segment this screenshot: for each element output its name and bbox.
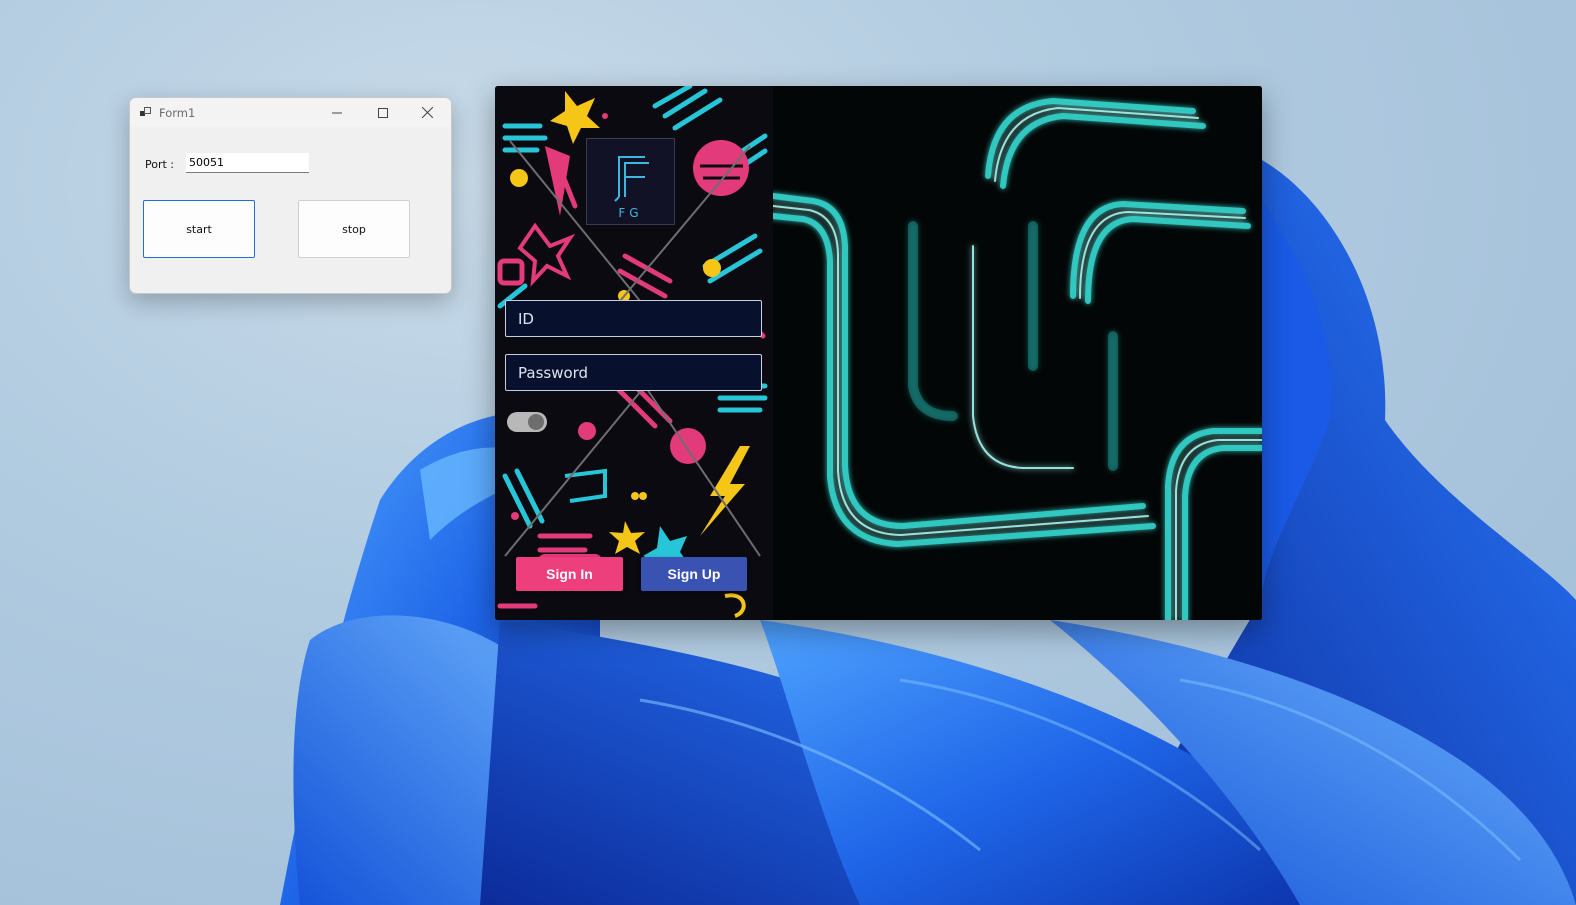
logo-text: FG	[618, 206, 643, 220]
port-label: Port :	[145, 158, 175, 171]
id-input[interactable]	[505, 300, 762, 337]
sign-up-button[interactable]: Sign Up	[641, 557, 747, 591]
maximize-button[interactable]	[360, 98, 405, 127]
logo: FG	[586, 138, 675, 225]
form1-titlebar[interactable]: Form1	[130, 98, 451, 127]
sign-in-button[interactable]: Sign In	[516, 557, 623, 591]
form-app-icon	[140, 107, 151, 116]
minimize-button[interactable]	[314, 98, 359, 127]
password-input[interactable]	[505, 354, 762, 391]
login-window: FG Sign In Sign Up	[495, 86, 1262, 620]
form1-window: Form1 Port : start stop	[129, 97, 452, 294]
close-icon	[422, 107, 433, 118]
neon-tubes-art	[773, 86, 1262, 620]
remember-toggle[interactable]	[507, 412, 547, 432]
minimize-icon	[331, 112, 342, 113]
toggle-knob	[528, 414, 544, 430]
port-input[interactable]	[186, 153, 309, 173]
stop-button[interactable]: stop	[298, 200, 410, 258]
window-title: Form1	[159, 106, 196, 120]
maximize-icon	[377, 107, 388, 118]
left-panel: FG Sign In Sign Up	[495, 86, 773, 620]
logo-mark-icon	[614, 156, 649, 202]
neon-tubes-image	[773, 86, 1262, 620]
start-button[interactable]: start	[143, 200, 255, 258]
close-button[interactable]	[405, 98, 450, 127]
